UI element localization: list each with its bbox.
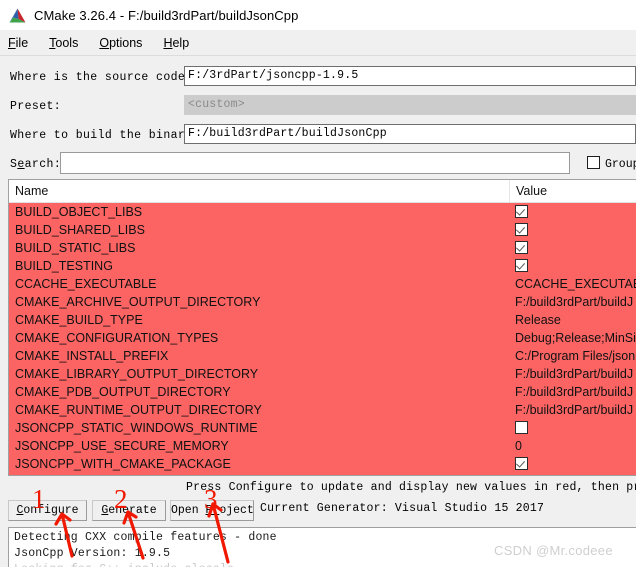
cmake-triangle-logo-icon — [9, 8, 26, 22]
paths-form: Where is the source code: F:/3rdPart/jso… — [0, 56, 636, 176]
table-row[interactable]: CMAKE_ARCHIVE_OUTPUT_DIRECTORY F:/build3r… — [9, 293, 636, 311]
cache-variable-name: CMAKE_ARCHIVE_OUTPUT_DIRECTORY — [15, 295, 261, 309]
table-row[interactable]: BUILD_SHARED_LIBS — [9, 221, 636, 239]
checkbox-unchecked-icon[interactable] — [515, 475, 528, 476]
open-project-label-pre: Open — [171, 504, 206, 517]
configure-button-label: onfigure — [23, 504, 79, 517]
cache-variable-name: CMAKE_LIBRARY_OUTPUT_DIRECTORY — [15, 367, 259, 381]
open-project-button[interactable]: Open Project — [170, 500, 254, 521]
table-header-row: Name Value — [9, 180, 636, 203]
cache-variable-value[interactable]: Release — [515, 311, 636, 329]
cache-variable-name: CMAKE_CONFIGURATION_TYPES — [15, 331, 219, 345]
generate-button-label: enerate — [108, 504, 157, 517]
table-row[interactable]: CMAKE_PDB_OUTPUT_DIRECTORY F:/build3rdPar… — [9, 383, 636, 401]
cache-variable-name: BUILD_TESTING — [15, 259, 113, 273]
search-label-mnemonic: e — [17, 158, 25, 171]
cache-variable-value[interactable]: F:/build3rdPart/buildJ — [515, 293, 636, 311]
table-row[interactable]: CMAKE_LIBRARY_OUTPUT_DIRECTORY F:/build3r… — [9, 365, 636, 383]
cache-variable-name: CMAKE_BUILD_TYPE — [15, 313, 143, 327]
table-body: BUILD_OBJECT_LIBS BUILD_SHARED_LIBS BUILD_… — [9, 203, 636, 476]
table-row[interactable]: JSONCPP_WITH_CMAKE_PACKAGE — [9, 455, 636, 473]
table-row[interactable]: CMAKE_RUNTIME_OUTPUT_DIRECTORY F:/build3r… — [9, 401, 636, 419]
grouped-label: Group — [605, 158, 636, 171]
cache-variable-name: CMAKE_RUNTIME_OUTPUT_DIRECTORY — [15, 403, 262, 417]
cache-variable-name: BUILD_OBJECT_LIBS — [15, 205, 143, 219]
menu-options-mnemonic: O — [99, 35, 110, 50]
table-row[interactable]: JSONCPP_WITH_EXAMPLE — [9, 473, 636, 476]
cache-variable-name: CMAKE_PDB_OUTPUT_DIRECTORY — [15, 385, 231, 399]
cmake-gui-window: CMake 3.26.4 - F:/build3rdPart/buildJson… — [0, 0, 636, 567]
cache-variable-value[interactable]: F:/build3rdPart/buildJ — [515, 401, 636, 419]
cache-variable-name: JSONCPP_USE_SECURE_MEMORY — [15, 439, 229, 453]
table-row[interactable]: CCACHE_EXECUTABLE CCACHE_EXECUTABLE — [9, 275, 636, 293]
cache-variable-value[interactable]: 0 — [515, 437, 636, 455]
cache-variable-value[interactable] — [515, 203, 636, 221]
source-code-input[interactable]: F:/3rdPart/jsoncpp-1.9.5 — [184, 66, 636, 86]
title-bar: CMake 3.26.4 - F:/build3rdPart/buildJson… — [0, 0, 636, 30]
menu-file-mnemonic: F — [8, 35, 16, 50]
checkbox-checked-icon[interactable] — [515, 457, 528, 470]
cache-variable-value[interactable]: C:/Program Files/json — [515, 347, 636, 365]
table-row[interactable]: BUILD_TESTING — [9, 257, 636, 275]
cache-variable-name: CCACHE_EXECUTABLE — [15, 277, 157, 291]
cache-variable-value[interactable]: F:/build3rdPart/buildJ — [515, 383, 636, 401]
checkbox-unchecked-icon[interactable] — [515, 421, 528, 434]
generate-button[interactable]: Generate — [92, 500, 166, 521]
cache-variable-name: BUILD_STATIC_LIBS — [15, 241, 136, 255]
cache-variable-value[interactable]: Debug;Release;MinSiz — [515, 329, 636, 347]
checkbox-checked-icon[interactable] — [515, 205, 528, 218]
build-binaries-input[interactable]: F:/build3rdPart/buildJsonCpp — [184, 124, 636, 144]
cache-variable-value[interactable] — [515, 257, 636, 275]
watermark: CSDN @Mr.codeee — [494, 543, 613, 558]
table-row[interactable]: JSONCPP_STATIC_WINDOWS_RUNTIME — [9, 419, 636, 437]
checkbox-checked-icon[interactable] — [515, 259, 528, 272]
column-header-value[interactable]: Value — [509, 180, 636, 202]
cache-variable-value[interactable] — [515, 455, 636, 473]
configure-hint-text: Press Configure to update and display ne… — [186, 481, 636, 494]
menu-tools[interactable]: Tools — [49, 36, 78, 50]
current-generator-text: Current Generator: Visual Studio 15 2017 — [260, 502, 545, 515]
table-row[interactable]: CMAKE_BUILD_TYPE Release — [9, 311, 636, 329]
table-row[interactable]: BUILD_OBJECT_LIBS — [9, 203, 636, 221]
table-row[interactable]: JSONCPP_USE_SECURE_MEMORY 0 — [9, 437, 636, 455]
checkbox-checked-icon[interactable] — [515, 241, 528, 254]
table-row[interactable]: CMAKE_CONFIGURATION_TYPES Debug;Release;M… — [9, 329, 636, 347]
preset-dropdown[interactable]: <custom> — [184, 95, 636, 115]
search-label-post: arch: — [24, 158, 62, 171]
configure-button[interactable]: Configure — [8, 500, 87, 521]
menu-tools-label: ools — [55, 35, 79, 50]
cache-variable-value[interactable] — [515, 221, 636, 239]
cache-variable-value[interactable] — [515, 473, 636, 476]
table-row[interactable]: BUILD_STATIC_LIBS — [9, 239, 636, 257]
menu-file-label: ile — [15, 35, 29, 50]
search-label: Search: — [10, 158, 61, 171]
table-row[interactable]: CMAKE_INSTALL_PREFIX C:/Program Files/jso… — [9, 347, 636, 365]
column-header-name[interactable]: Name — [9, 180, 509, 202]
log-line: Looking for C++ include clocale — [14, 562, 636, 567]
cache-variable-name: CMAKE_INSTALL_PREFIX — [15, 349, 169, 363]
grouped-checkbox[interactable] — [587, 156, 600, 169]
menu-options[interactable]: Options — [99, 36, 142, 50]
cache-variable-value[interactable] — [515, 419, 636, 437]
open-project-label-post: oject — [219, 504, 254, 517]
menu-file[interactable]: File — [8, 36, 28, 50]
menu-bar: File Tools Options Help — [0, 30, 636, 55]
preset-label: Preset: — [10, 100, 62, 113]
window-title: CMake 3.26.4 - F:/build3rdPart/buildJson… — [34, 7, 299, 23]
search-input[interactable] — [60, 152, 570, 174]
cache-variable-value[interactable]: CCACHE_EXECUTABLE — [515, 275, 636, 293]
menu-options-label: ptions — [109, 35, 143, 50]
menu-help[interactable]: Help — [163, 36, 189, 50]
menu-help-label: elp — [172, 35, 190, 50]
open-project-mnemonic: Pr — [205, 504, 220, 517]
checkbox-checked-icon[interactable] — [515, 223, 528, 236]
cache-variable-name: JSONCPP_WITH_CMAKE_PACKAGE — [15, 457, 231, 471]
cache-variable-name: BUILD_SHARED_LIBS — [15, 223, 145, 237]
cache-variable-name: JSONCPP_WITH_EXAMPLE — [15, 473, 507, 475]
cache-variable-value[interactable] — [515, 239, 636, 257]
cache-variable-value[interactable]: F:/build3rdPart/buildJ — [515, 365, 636, 383]
cache-variable-name: JSONCPP_STATIC_WINDOWS_RUNTIME — [15, 421, 258, 435]
cache-variables-table[interactable]: Name Value BUILD_OBJECT_LIBS BUILD_SHARED… — [8, 179, 636, 476]
source-code-label: Where is the source code: — [10, 71, 193, 84]
